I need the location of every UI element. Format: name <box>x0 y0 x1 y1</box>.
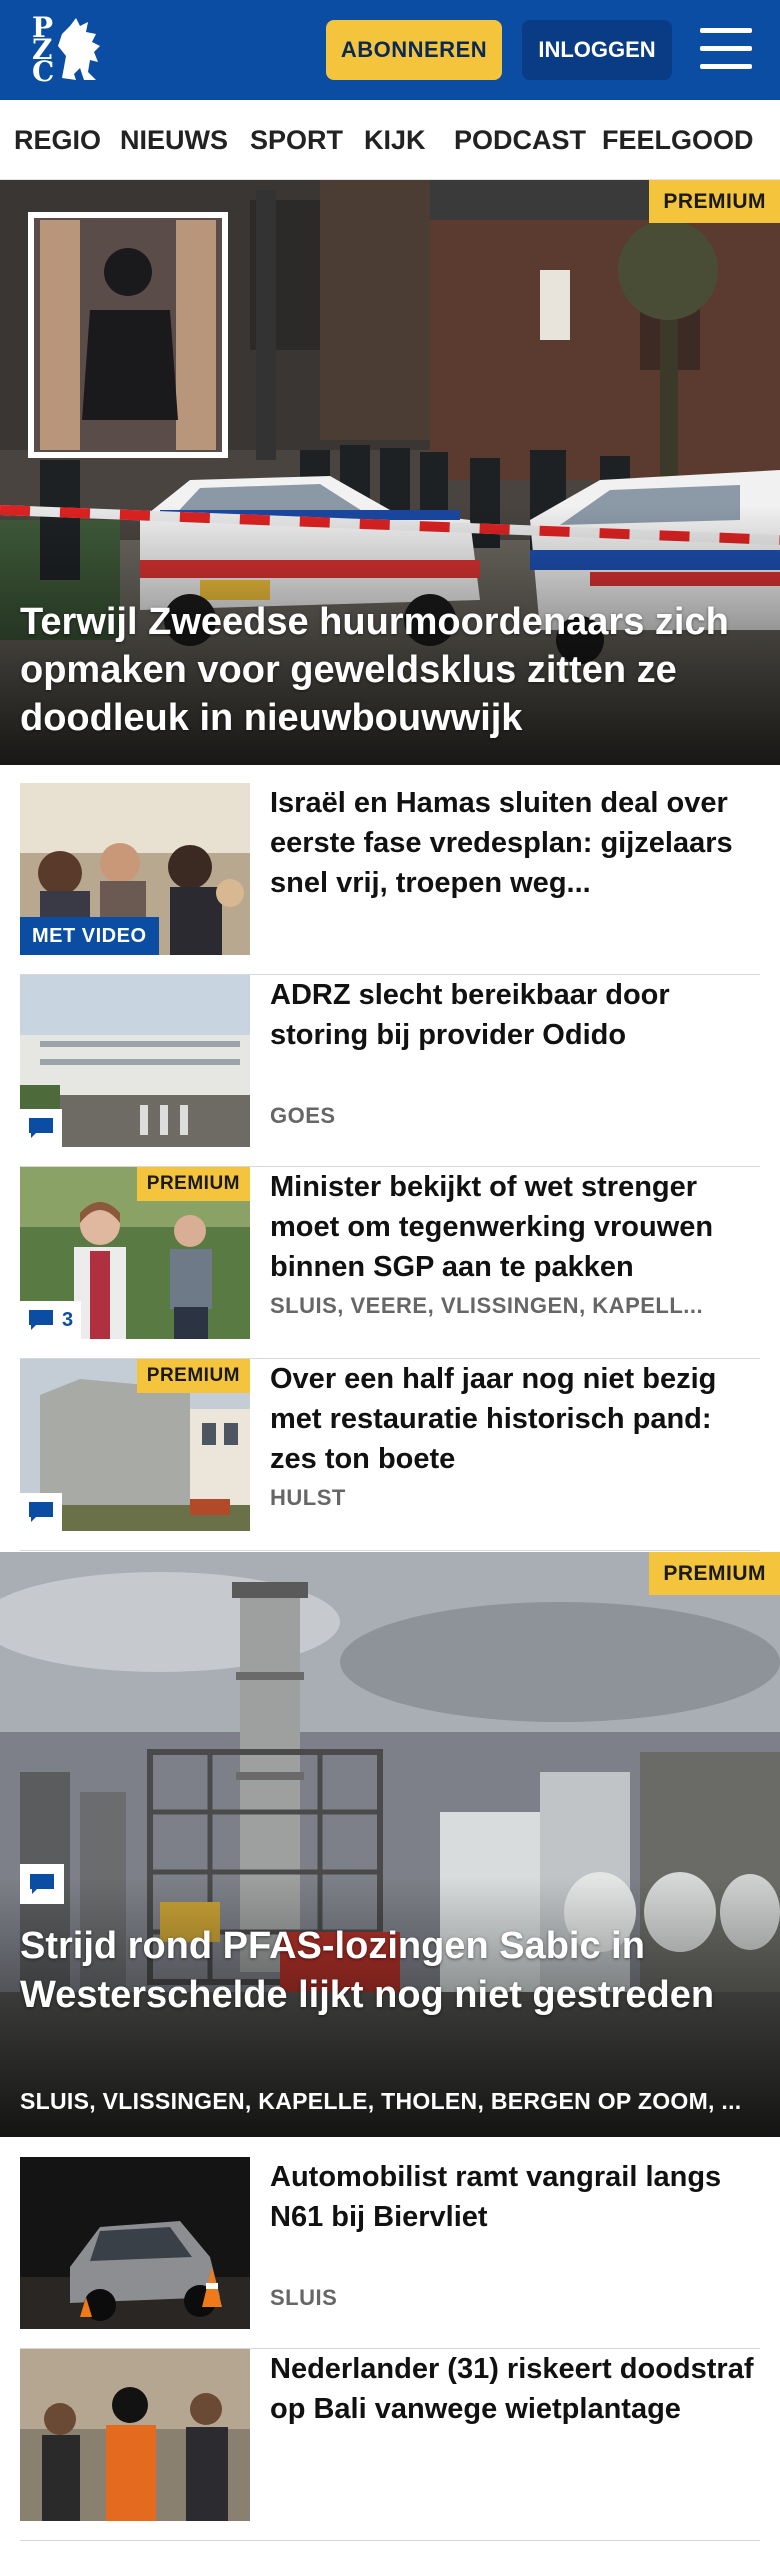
article-title[interactable]: Automobilist ramt vangrail langs N61 bij… <box>270 2157 760 2237</box>
premium-badge: PREMIUM <box>649 180 780 223</box>
feature-article[interactable]: PREMIUM Strijd rond PFAS-lozingen Sabic … <box>0 1552 780 2137</box>
article-thumbnail[interactable] <box>20 975 250 1147</box>
article-location: SLUIS <box>270 2285 338 2310</box>
comment-count: 3 <box>62 1308 74 1331</box>
nav-item-podcast[interactable]: PODCAST <box>454 100 586 179</box>
nav-item-kijk[interactable]: KIJK <box>364 100 426 179</box>
article-item[interactable]: MET VIDEO Israël en Hamas sluiten deal o… <box>20 783 760 975</box>
pzc-logo[interactable]: P Z C <box>28 14 118 86</box>
article-item[interactable]: Nederlander (31) riskeert doodstraf op B… <box>20 2349 760 2541</box>
article-item[interactable]: PREMIUM Over een half jaar nog niet bezi… <box>20 1359 760 1551</box>
comment-badge <box>20 1109 62 1147</box>
hamburger-menu-icon[interactable] <box>700 28 752 72</box>
article-item[interactable]: Automobilist ramt vangrail langs N61 bij… <box>20 2157 760 2349</box>
article-title[interactable]: Over een half jaar nog niet bezig met re… <box>270 1359 760 1479</box>
login-button[interactable]: INLOGGEN <box>522 20 672 80</box>
article-location: SLUIS, VEERE, VLISSINGEN, KAPELL... <box>270 1293 704 1318</box>
article-thumbnail[interactable] <box>20 2157 250 2329</box>
nav-scroll-fade <box>750 100 780 179</box>
feature-title[interactable]: Strijd rond PFAS-lozingen Sabic in Weste… <box>20 1922 760 2020</box>
article-title[interactable]: Israël en Hamas sluiten deal over eerste… <box>270 783 760 903</box>
comment-icon <box>30 1874 54 1894</box>
lion-emblem-icon <box>58 18 100 80</box>
hero-article[interactable]: PREMIUM Terwijl Zweedse huurmoordenaars … <box>0 180 780 765</box>
article-thumbnail[interactable] <box>20 2349 250 2521</box>
nav-item-nieuws[interactable]: NIEUWS <box>120 100 228 179</box>
press-conference-image <box>20 2349 250 2521</box>
article-item[interactable]: PREMIUM 3 Minister bekijkt of wet streng… <box>20 1167 760 1359</box>
premium-badge: PREMIUM <box>136 1359 250 1393</box>
comment-icon <box>29 1310 53 1330</box>
nav-item-sport[interactable]: SPORT <box>250 100 343 179</box>
comment-badge <box>20 1864 64 1904</box>
article-thumbnail[interactable]: PREMIUM 3 <box>20 1167 250 1339</box>
article-title[interactable]: Nederlander (31) riskeert doodstraf op B… <box>270 2349 760 2429</box>
nav-item-feelgood[interactable]: FEELGOOD <box>602 100 754 179</box>
top-header: P Z C ABONNEREN INLOGGEN <box>0 0 780 100</box>
article-item[interactable]: ADRZ slecht bereikbaar door storing bij … <box>20 975 760 1167</box>
comment-badge: 3 <box>20 1301 82 1339</box>
comment-icon <box>29 1502 53 1522</box>
subscribe-button[interactable]: ABONNEREN <box>326 20 502 80</box>
premium-badge: PREMIUM <box>136 1167 250 1201</box>
feature-location: SLUIS, VLISSINGEN, KAPELLE, THOLEN, BERG… <box>20 2088 742 2114</box>
crashed-car-image <box>20 2157 250 2329</box>
article-location: HULST <box>270 1485 346 1510</box>
article-title[interactable]: Minister bekijkt of wet strenger moet om… <box>270 1167 760 1287</box>
hero-title[interactable]: Terwijl Zweedse huurmoordenaars zich opm… <box>20 598 760 742</box>
nav-item-regio[interactable]: REGIO <box>14 100 101 179</box>
section-nav: REGIO NIEUWS SPORT KIJK PODCAST FEELGOOD <box>0 100 780 180</box>
comment-icon <box>29 1118 53 1138</box>
article-location: GOES <box>270 1103 336 1128</box>
article-title[interactable]: ADRZ slecht bereikbaar door storing bij … <box>270 975 760 1055</box>
article-thumbnail[interactable]: MET VIDEO <box>20 783 250 955</box>
video-badge: MET VIDEO <box>20 917 159 955</box>
premium-badge: PREMIUM <box>649 1552 780 1595</box>
article-thumbnail[interactable]: PREMIUM <box>20 1359 250 1531</box>
comment-badge <box>20 1493 62 1531</box>
